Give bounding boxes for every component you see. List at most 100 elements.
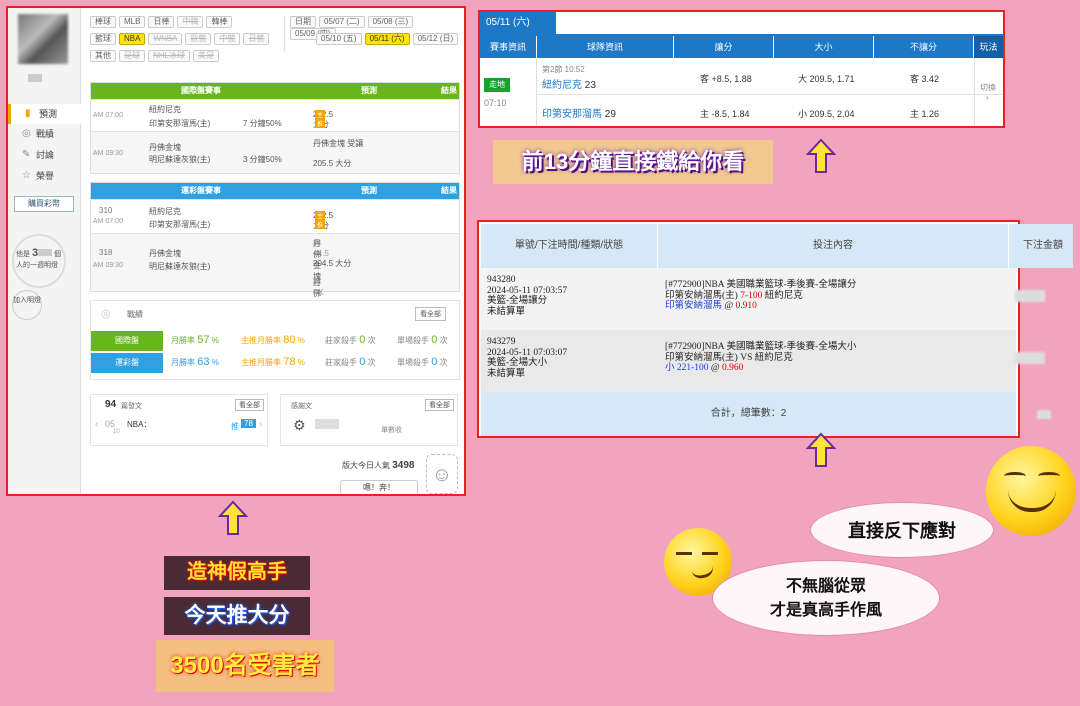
record-icon: ◎ bbox=[101, 308, 111, 320]
switch-button[interactable]: 切換 › bbox=[980, 82, 996, 102]
table-row: 310 AM 07:00 紐約尼克 印第安那溜馬(主) 222.5 大分主推 bbox=[91, 199, 459, 233]
arrow-up-icon bbox=[218, 500, 248, 535]
table-header: 國際盤賽事 預測 結果 bbox=[91, 83, 459, 99]
date-filter-row2: 05/10 (五) 05/11 (六) 05/12 (日) bbox=[316, 33, 461, 45]
date-0508[interactable]: 05/08 (三) bbox=[367, 16, 414, 28]
arrow-up-icon bbox=[806, 138, 836, 173]
team1: 紐約尼克 23 bbox=[542, 80, 596, 91]
mascot-icon: ☺ bbox=[426, 454, 458, 494]
date-0510[interactable]: 05/10 (五) bbox=[316, 33, 362, 45]
posts-card: 94 篇發文 看全部 ‹ 05 10 NBA： 推 78 › bbox=[90, 394, 268, 446]
sidebar-item-prediction[interactable]: ▮ 預測 bbox=[8, 104, 81, 124]
caption-big-pick: 今天推大分 bbox=[164, 597, 310, 635]
date-0511[interactable]: 05/11 (六) bbox=[364, 33, 410, 45]
record-stats-card: ◎ 戰績 看全部 國際盤 運彩盤 月勝率 57 % 主推月勝率 80 % 莊家殺… bbox=[90, 300, 460, 380]
bet-slip-panel: 單號/下注時間/種類/狀態 投注內容 下注金額 943280 2024-05-1… bbox=[477, 220, 1073, 438]
sidebar-item-discuss[interactable]: ✎ 討論 bbox=[8, 145, 81, 165]
predictor-profile-panel: ▮ 預測 ◎ 戰績 ✎ 討論 ☆ 榮譽 購買彩幣 他是 3 個 人的一週明燈 加入明燈 … bbox=[6, 6, 466, 496]
intl-bookie-killer: 莊家殺手 0 次 bbox=[325, 334, 376, 346]
buy-coins-button[interactable]: 購買彩幣 bbox=[14, 196, 74, 212]
date-label: 日期 bbox=[290, 16, 316, 28]
trophy-icon: ◎ bbox=[22, 128, 31, 139]
moneyline-away[interactable]: 客 3.42 bbox=[910, 72, 939, 85]
thanks-card: 感謝文 看全部 ⚙ 單數收 bbox=[280, 394, 458, 446]
chart-icon: ▮ bbox=[25, 108, 31, 119]
spread-away[interactable]: 客 +8.5, 1.88 bbox=[700, 72, 752, 85]
filter-kbo[interactable]: 韓棒 bbox=[206, 16, 233, 28]
intl-pill: 國際盤 bbox=[91, 331, 163, 351]
date-0507[interactable]: 05/07 (二) bbox=[319, 16, 365, 28]
live-odds-panel: 05/11 (六) 賽事資訊 球隊資訊 讓分 大小 不讓分 玩法 走地 07:1… bbox=[478, 10, 1005, 128]
amount-blurred bbox=[1015, 290, 1045, 302]
intl-month-rate: 月勝率 57 % bbox=[171, 334, 219, 346]
date-tab[interactable]: 05/11 (六) bbox=[480, 12, 556, 34]
username-blurred bbox=[28, 74, 42, 82]
next-arrow-icon[interactable]: › bbox=[259, 419, 262, 430]
filter-euro[interactable]: 歐籃 bbox=[185, 33, 212, 45]
avatar[interactable] bbox=[18, 14, 68, 64]
join-button[interactable]: 加入明燈 bbox=[12, 290, 42, 320]
amount-blurred bbox=[1015, 352, 1045, 364]
filter-row-other: 其他 足球 NHL冰球 美足 bbox=[90, 50, 222, 66]
table-header: 運彩盤賽事 預測 結果 bbox=[91, 183, 459, 199]
intl-prediction-table: 國際盤賽事 預測 結果 AM 07:00 紐約尼克 印第安那溜馬(主) 7 分鐘… bbox=[90, 82, 460, 174]
profile-sidebar: ▮ 預測 ◎ 戰績 ✎ 討論 ☆ 榮譽 購買彩幣 他是 3 個 人的一週明燈 加入明燈 bbox=[8, 8, 81, 494]
view-all-posts-button[interactable]: 看全部 bbox=[235, 399, 264, 411]
caption-victims: 3500名受害者 bbox=[156, 640, 334, 692]
filter-npb[interactable]: 日棒 bbox=[148, 16, 175, 28]
lottery-prediction-table: 運彩盤賽事 預測 結果 310 AM 07:00 紐約尼克 印第安那溜馬(主) … bbox=[90, 182, 460, 320]
follower-circle: 他是 3 個 人的一週明燈 bbox=[12, 234, 66, 288]
filter-baseball[interactable]: 棒球 bbox=[90, 16, 116, 28]
filter-jbl[interactable]: 日籃 bbox=[243, 33, 270, 45]
table-row: 318 AM 09:30 丹佛金塊 明尼蘇達灰狼(主) 丹佛金塊 客 +4.5 … bbox=[91, 233, 459, 320]
chat-icon: ✎ bbox=[22, 149, 31, 160]
filter-soccer[interactable]: 足球 bbox=[119, 50, 145, 62]
caption-fake-master: 造神假高手 bbox=[164, 556, 310, 590]
table-row: AM 09:30 丹佛金塊 明尼蘇達灰狼(主) 3 分鐘50% 丹佛金塊 受讓 … bbox=[91, 131, 459, 173]
team2: 印第安那溜馬 29 bbox=[542, 109, 616, 120]
view-all-button[interactable]: 看全部 bbox=[415, 307, 446, 321]
cheer-button[interactable]: 嗯！奔！ bbox=[340, 480, 418, 494]
filter-mlb[interactable]: MLB bbox=[119, 16, 146, 28]
date-0512[interactable]: 05/12 (日) bbox=[412, 33, 459, 45]
speech-bubble-2: 不無腦從眾 才是真高手作風 bbox=[712, 560, 940, 636]
over-under-over[interactable]: 大 209.5, 1.71 bbox=[798, 72, 855, 85]
filter-nfl[interactable]: 美足 bbox=[193, 50, 220, 62]
lottery-bookie-killer: 莊家殺手 0 次 bbox=[325, 356, 376, 368]
intl-single-killer: 單場殺手 0 次 bbox=[397, 334, 448, 346]
caption-13min: 前13分鐘直接鐵給你看 bbox=[493, 140, 773, 184]
lottery-single-killer: 單場殺手 0 次 bbox=[397, 356, 448, 368]
lottery-main-rate: 主推月勝率 78 % bbox=[241, 356, 305, 368]
smile-emoji-icon bbox=[986, 446, 1076, 536]
bet-row: 943280 2024-05-11 07:03:57 美籃-全場讓分 未結算單 … bbox=[481, 268, 1045, 330]
spread-home[interactable]: 主 -8.5, 1.84 bbox=[700, 107, 750, 120]
arrow-up-icon bbox=[806, 432, 836, 467]
sidebar-item-honor[interactable]: ☆ 榮譽 bbox=[8, 166, 81, 186]
filter-wnba[interactable]: WNBA bbox=[148, 33, 183, 45]
sidebar-item-record[interactable]: ◎ 戰績 bbox=[8, 124, 81, 144]
filter-other[interactable]: 其他 bbox=[90, 50, 116, 62]
view-all-thanks-button[interactable]: 看全部 bbox=[425, 399, 454, 411]
filter-row-baseball: 棒球 MLB 日棒 中職 韓棒 bbox=[90, 16, 235, 32]
filter-nhl[interactable]: NHL冰球 bbox=[148, 50, 191, 62]
user-icon: ⚙ bbox=[293, 417, 306, 433]
prev-arrow-icon[interactable]: ‹ bbox=[95, 419, 98, 430]
intl-main-rate: 主推月勝率 80 % bbox=[241, 334, 305, 346]
speech-bubble-1: 直接反下應對 bbox=[810, 502, 994, 558]
lottery-month-rate: 月勝率 63 % bbox=[171, 356, 219, 368]
filter-nba[interactable]: NBA bbox=[119, 33, 146, 45]
chevron-right-icon: › bbox=[986, 93, 989, 102]
popularity: 版大今日人氣 3498 bbox=[342, 460, 415, 471]
moneyline-home[interactable]: 主 1.26 bbox=[910, 107, 939, 120]
table-row: AM 07:00 紐約尼克 印第安那溜馬(主) 7 分鐘50% 222.5 大分… bbox=[91, 99, 459, 131]
filter-basketball[interactable]: 籃球 bbox=[90, 33, 116, 45]
filter-row-basketball: 籃球 NBA WNBA 歐籃 中籃 日籃 bbox=[90, 33, 272, 49]
username-blurred bbox=[315, 419, 339, 429]
filter-cpbl[interactable]: 中職 bbox=[177, 16, 204, 28]
filter-cba[interactable]: 中籃 bbox=[214, 33, 241, 45]
main-pick-badge: 主推 bbox=[315, 110, 326, 128]
lottery-pill: 運彩盤 bbox=[91, 353, 163, 373]
medal-icon: ☆ bbox=[22, 170, 31, 181]
over-under-under[interactable]: 小 209.5, 2.04 bbox=[798, 107, 855, 120]
main-pick-badge: 主推 bbox=[315, 211, 326, 229]
